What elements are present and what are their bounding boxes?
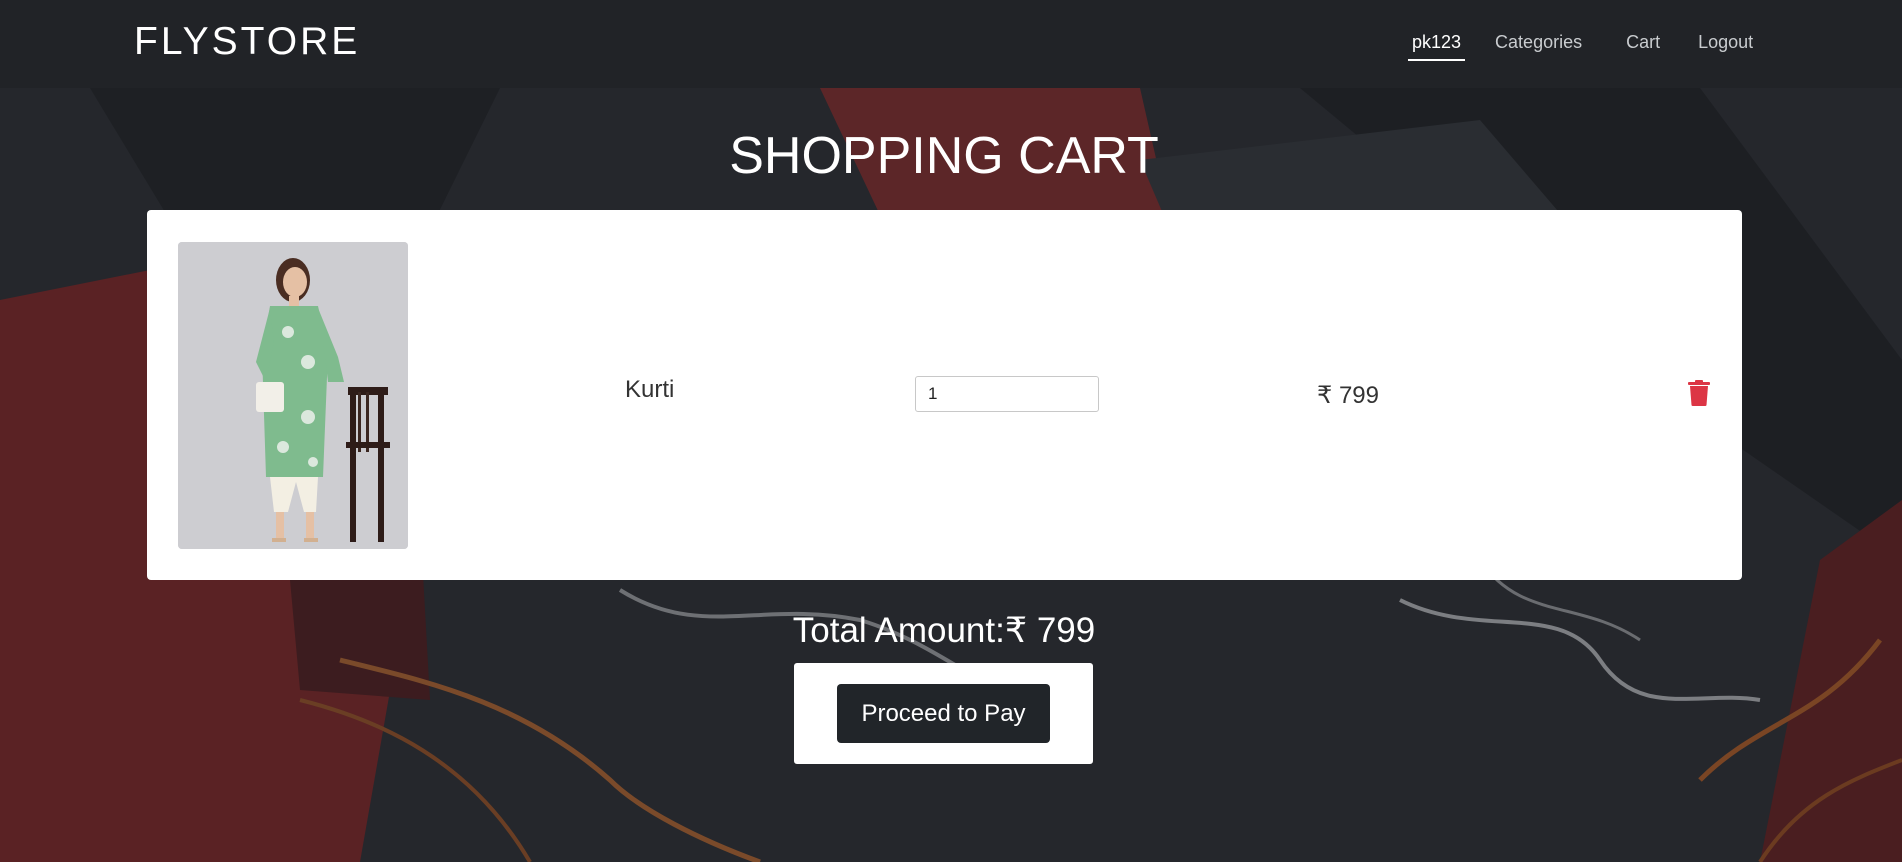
nav-link-user[interactable]: pk123 <box>1408 31 1466 61</box>
total-amount: Total Amount:₹ 799 <box>792 611 1096 650</box>
nav-link-logout[interactable]: Logout <box>1694 31 1757 61</box>
delete-item-button[interactable] <box>1688 380 1714 412</box>
trash-icon <box>1688 380 1710 406</box>
nav-link-categories[interactable]: Categories <box>1491 31 1586 61</box>
navbar: FLYSTORE pk123 Categories Cart Logout <box>0 0 1902 88</box>
product-name[interactable]: Kurti <box>625 376 674 404</box>
quantity-input[interactable] <box>915 376 1099 412</box>
proceed-to-pay-button[interactable]: Proceed to Pay <box>837 684 1050 743</box>
product-price: ₹ 799 <box>1317 382 1379 409</box>
cart-item-card: Kurti ₹ 799 <box>147 210 1742 580</box>
brand-logo[interactable]: FLYSTORE <box>134 20 360 64</box>
page-title: SHOPPING CART <box>729 127 1159 185</box>
nav-links: pk123 Categories Cart Logout <box>1408 31 1757 61</box>
nav-link-cart[interactable]: Cart <box>1622 31 1664 61</box>
pay-container: Proceed to Pay <box>794 663 1093 764</box>
kurti-product-image <box>178 242 408 549</box>
